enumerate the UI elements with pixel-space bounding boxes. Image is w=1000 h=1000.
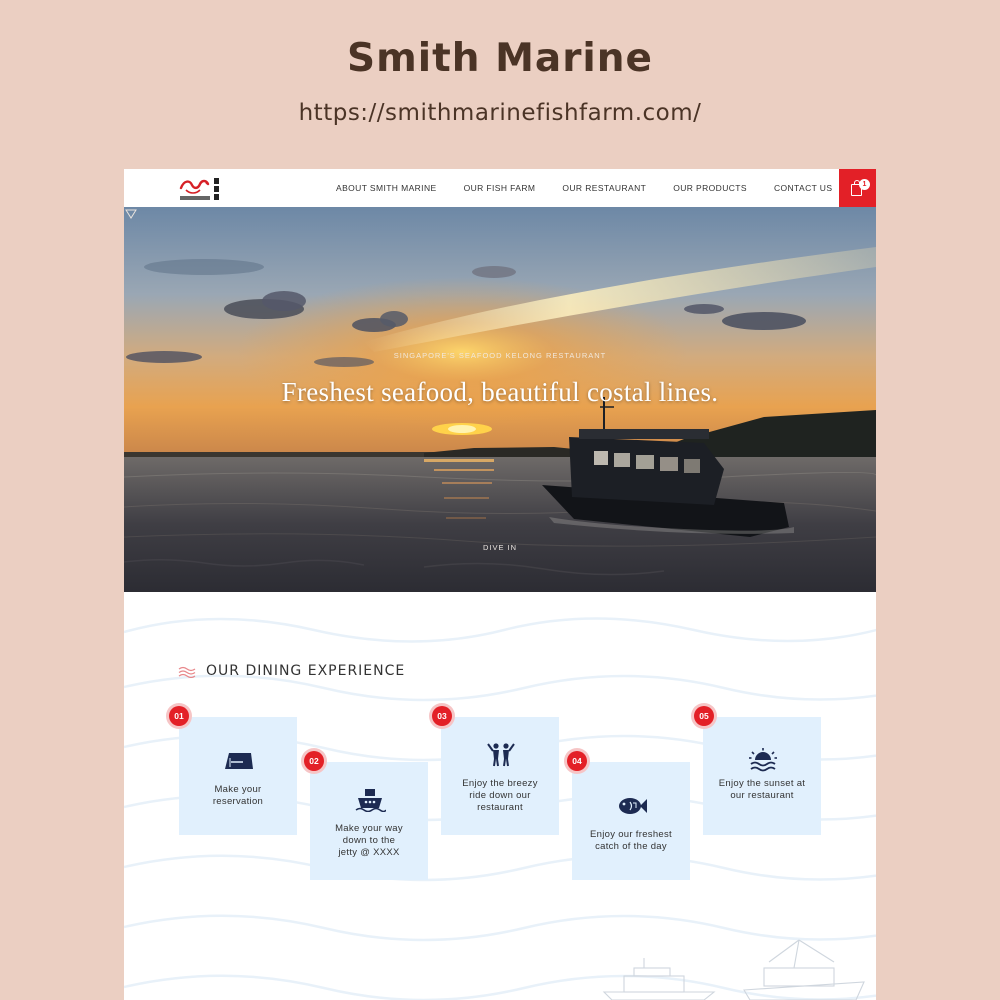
sunset-icon — [749, 748, 777, 772]
step-text: Enjoy the sunset at our restaurant — [718, 778, 806, 801]
dive-in-link[interactable]: DIVE IN — [124, 543, 876, 552]
section-title: OUR DINING EXPERIENCE — [206, 663, 406, 679]
nav-link-contact[interactable]: CONTACT US — [774, 183, 832, 195]
cart-count-badge: 1 — [859, 179, 870, 190]
nav-link-fish-farm[interactable]: OUR FISH FARM — [464, 183, 536, 195]
navbar: ABOUT SMITH MARINE OUR FISH FARM OUR RES… — [124, 169, 876, 207]
step-badge-02: 02 — [301, 748, 327, 774]
nav-link-restaurant[interactable]: OUR RESTAURANT — [562, 183, 646, 195]
ship-icon — [355, 789, 386, 812]
boats-illustration — [602, 939, 865, 1000]
hero-section: SINGAPORE'S SEAFOOD KELONG RESTAURANT Fr… — [124, 207, 876, 592]
step-badge-05: 05 — [691, 703, 717, 729]
nav-links: ABOUT SMITH MARINE OUR FISH FARM OUR RES… — [336, 183, 859, 195]
dining-experience-section: OUR DINING EXPERIENCE Make your reservat… — [124, 592, 876, 1000]
step-badge-04: 04 — [564, 748, 590, 774]
fish-icon — [619, 798, 647, 814]
smith-marine-logo[interactable] — [178, 174, 224, 204]
hero-heading: Freshest seafood, beautiful costal lines… — [281, 377, 719, 407]
step-card-05: Enjoy the sunset at our restaurant — [703, 717, 821, 835]
website-screenshot: ABOUT SMITH MARINE OUR FISH FARM OUR RES… — [124, 169, 876, 1000]
step-text: Make your way down to the jetty @ XXXX — [335, 823, 403, 858]
showcase-title: Smith Marine — [346, 36, 654, 81]
step-text: Make your reservation — [212, 784, 264, 807]
nav-link-products[interactable]: OUR PRODUCTS — [673, 183, 747, 195]
cart-button[interactable]: 1 — [839, 169, 876, 207]
nav-link-about[interactable]: ABOUT SMITH MARINE — [336, 183, 437, 195]
step-badge-01: 01 — [166, 703, 192, 729]
chevron-down-icon[interactable] — [124, 207, 138, 221]
waves-icon — [178, 666, 196, 678]
step-text: Enjoy the breezy ride down our restauran… — [462, 778, 538, 813]
step-card-04: Enjoy our freshest catch of the day — [572, 762, 690, 880]
hero-eyebrow: SINGAPORE'S SEAFOOD KELONG RESTAURANT — [393, 351, 607, 360]
step-card-01: Make your reservation — [179, 717, 297, 835]
step-card-03: Enjoy the breezy ride down our restauran… — [441, 717, 559, 835]
ticket-icon — [225, 753, 253, 769]
step-text: Enjoy our freshest catch of the day — [590, 829, 672, 852]
showcase-url: https://smithmarinefishfarm.com/ — [298, 100, 702, 126]
people-cheering-icon — [487, 743, 515, 767]
step-badge-03: 03 — [429, 703, 455, 729]
step-card-02: Make your way down to the jetty @ XXXX — [310, 762, 428, 880]
